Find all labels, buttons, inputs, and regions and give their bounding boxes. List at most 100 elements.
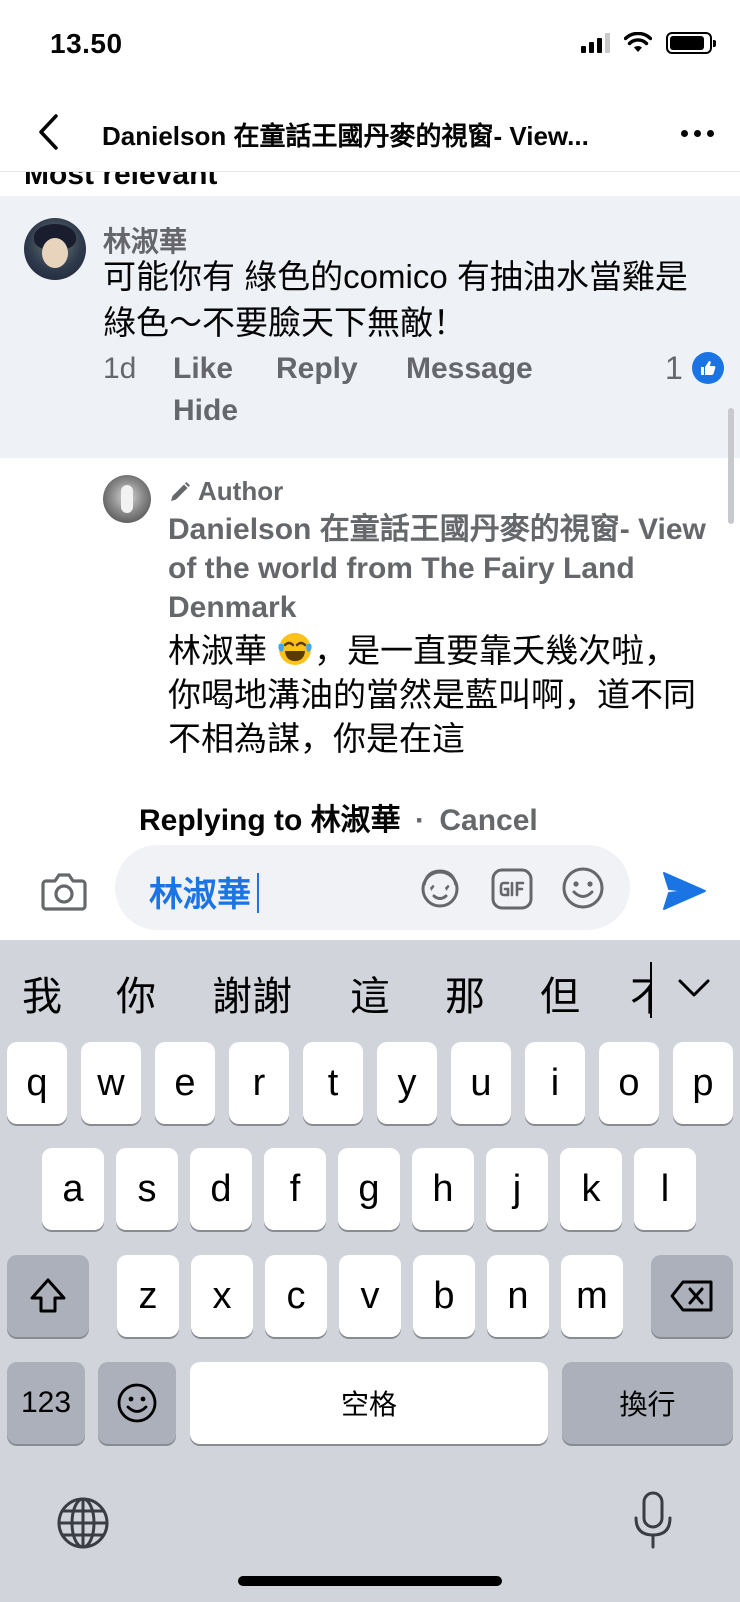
chevron-down-icon bbox=[678, 979, 710, 997]
suggestion-item[interactable]: 不 bbox=[630, 964, 650, 1022]
key-n[interactable]: n bbox=[487, 1255, 549, 1337]
globe-button[interactable] bbox=[55, 1495, 111, 1551]
like-button[interactable]: Like bbox=[173, 352, 233, 386]
emoji-button[interactable] bbox=[560, 865, 606, 911]
home-indicator[interactable] bbox=[238, 1576, 502, 1586]
pencil-icon bbox=[171, 481, 190, 501]
return-key[interactable]: 換行 bbox=[562, 1362, 733, 1444]
delete-key[interactable] bbox=[651, 1255, 733, 1337]
reply-button[interactable]: Reply bbox=[276, 352, 358, 386]
suggestion-item[interactable]: 這 bbox=[350, 964, 390, 1022]
comment-timestamp: 1d bbox=[103, 352, 137, 385]
more-options-button[interactable] bbox=[681, 118, 714, 148]
text-caret bbox=[257, 873, 259, 913]
key-x[interactable]: x bbox=[191, 1255, 253, 1337]
tears-of-joy-emoji-icon bbox=[278, 633, 312, 665]
reply-author-name[interactable]: Danielson 在童話王國丹麥的視窗- View of the world … bbox=[168, 510, 708, 627]
key-f[interactable]: f bbox=[264, 1148, 326, 1230]
thumbs-up-icon[interactable] bbox=[692, 352, 724, 384]
status-time: 13.50 bbox=[50, 28, 123, 59]
comment-input[interactable]: 林淑華 bbox=[115, 845, 630, 930]
status-bar: 13.50 bbox=[0, 0, 740, 92]
key-d[interactable]: d bbox=[190, 1148, 252, 1230]
space-key[interactable]: 空格 bbox=[190, 1362, 548, 1444]
emoji-icon bbox=[117, 1383, 157, 1423]
reply-mention[interactable]: 林淑華 bbox=[168, 632, 267, 669]
key-a[interactable]: a bbox=[42, 1148, 104, 1230]
numbers-key[interactable]: 123 bbox=[7, 1362, 85, 1444]
cancel-reply-button[interactable]: Cancel bbox=[439, 804, 537, 837]
comment-composer: Replying to 林淑華 · Cancel 林淑華 bbox=[0, 775, 740, 940]
message-button[interactable]: Message bbox=[406, 352, 533, 386]
cellular-signal-icon bbox=[581, 33, 610, 53]
hide-button[interactable]: Hide bbox=[173, 394, 238, 428]
key-q[interactable]: q bbox=[7, 1042, 67, 1124]
shift-key[interactable] bbox=[7, 1255, 89, 1337]
key-i[interactable]: i bbox=[525, 1042, 585, 1124]
microphone-icon bbox=[634, 1491, 672, 1549]
key-u[interactable]: u bbox=[451, 1042, 511, 1124]
avatar-sticker-button[interactable] bbox=[417, 865, 463, 911]
suggestion-item[interactable]: 我 bbox=[22, 964, 62, 1022]
key-s[interactable]: s bbox=[116, 1148, 178, 1230]
key-c[interactable]: c bbox=[265, 1255, 327, 1337]
key-r[interactable]: r bbox=[229, 1042, 289, 1124]
shift-icon bbox=[30, 1278, 66, 1313]
comment-input-value[interactable]: 林淑華 bbox=[149, 876, 251, 914]
suggestion-item[interactable]: 那 bbox=[445, 964, 485, 1022]
key-l[interactable]: l bbox=[634, 1148, 696, 1230]
key-w[interactable]: w bbox=[81, 1042, 141, 1124]
suggestion-item[interactable]: 但 bbox=[540, 964, 580, 1022]
page-title: Danielson 在童話王國丹麥的視窗- View... bbox=[102, 121, 589, 151]
emoji-icon bbox=[562, 867, 604, 909]
back-button[interactable] bbox=[28, 110, 68, 154]
replying-to-banner: Replying to 林淑華 · Cancel bbox=[139, 795, 538, 839]
suggestion-item[interactable]: 你 bbox=[116, 964, 156, 1022]
nav-bar: Danielson 在童話王國丹麥的視窗- View... bbox=[0, 92, 740, 172]
suggestion-bar: 我 你 謝謝 這 那 但 不 bbox=[0, 940, 740, 1042]
key-e[interactable]: e bbox=[155, 1042, 215, 1124]
emoji-key[interactable] bbox=[98, 1362, 176, 1444]
commenter-avatar[interactable] bbox=[24, 218, 86, 280]
separator: · bbox=[415, 804, 426, 837]
chevron-left-icon bbox=[39, 114, 58, 150]
key-j[interactable]: j bbox=[486, 1148, 548, 1230]
key-m[interactable]: m bbox=[561, 1255, 623, 1337]
key-z[interactable]: z bbox=[117, 1255, 179, 1337]
key-g[interactable]: g bbox=[338, 1148, 400, 1230]
reply-text: 林淑華 ，是一直要靠夭幾次啦，你喝地溝油的當然是藍叫啊，道不同不相為謀，你是在這 bbox=[168, 629, 698, 761]
keyboard: 我 你 謝謝 這 那 但 不 q w e r t y u i o p a s d… bbox=[0, 940, 740, 1602]
gif-button[interactable] bbox=[490, 867, 534, 911]
globe-icon bbox=[57, 1497, 109, 1549]
suggestion-item[interactable]: 謝謝 bbox=[212, 964, 292, 1022]
more-dots-icon bbox=[681, 129, 688, 137]
key-k[interactable]: k bbox=[560, 1148, 622, 1230]
key-v[interactable]: v bbox=[339, 1255, 401, 1337]
avatar-sticker-icon bbox=[421, 869, 459, 908]
author-badge: Author bbox=[168, 476, 283, 507]
suggestion-divider bbox=[650, 962, 652, 1018]
sort-label[interactable]: Most relevant bbox=[24, 172, 217, 192]
key-o[interactable]: o bbox=[599, 1042, 659, 1124]
wifi-icon bbox=[624, 32, 652, 52]
delete-icon bbox=[670, 1280, 713, 1312]
replying-prefix: Replying to bbox=[139, 804, 303, 837]
author-avatar[interactable] bbox=[103, 475, 151, 523]
reaction-count[interactable]: 1 bbox=[665, 350, 683, 387]
expand-suggestions-button[interactable] bbox=[672, 966, 716, 1010]
camera-icon bbox=[41, 873, 87, 911]
scrollbar-thumb[interactable] bbox=[728, 408, 734, 524]
key-h[interactable]: h bbox=[412, 1148, 474, 1230]
comments-list[interactable]: Most relevant 林淑華 可能你有 綠色的comico 有抽油水當雞是… bbox=[0, 172, 740, 775]
replying-name: 林淑華 bbox=[310, 804, 401, 837]
key-y[interactable]: y bbox=[377, 1042, 437, 1124]
battery-icon bbox=[666, 32, 716, 54]
send-button[interactable] bbox=[660, 869, 708, 913]
dictation-button[interactable] bbox=[632, 1490, 674, 1552]
send-icon bbox=[663, 872, 706, 910]
key-p[interactable]: p bbox=[673, 1042, 733, 1124]
key-b[interactable]: b bbox=[413, 1255, 475, 1337]
camera-button[interactable] bbox=[40, 869, 88, 913]
comment-text: 可能你有 綠色的comico 有抽油水當雞是綠色～不要臉天下無敵！ bbox=[103, 258, 688, 341]
key-t[interactable]: t bbox=[303, 1042, 363, 1124]
